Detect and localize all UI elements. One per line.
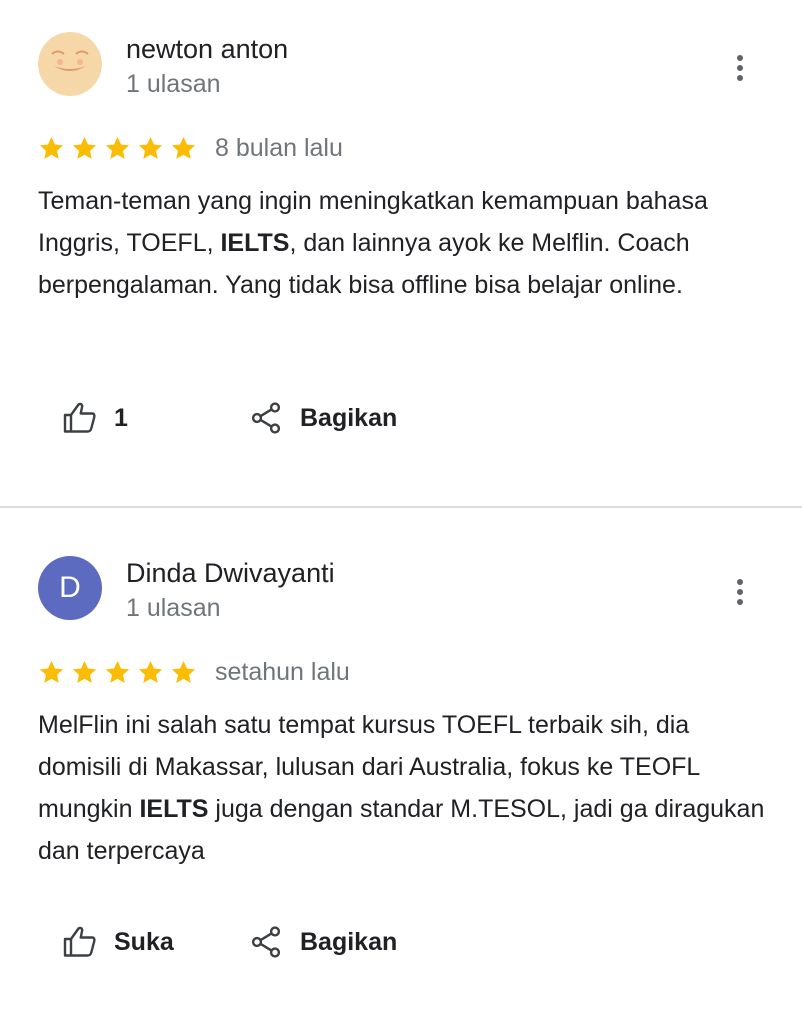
share-label: Bagikan bbox=[300, 403, 398, 432]
more-options-button[interactable] bbox=[724, 48, 756, 88]
more-vert-icon bbox=[737, 55, 743, 81]
review-text: MelFlin ini salah satu tempat kursus TOE… bbox=[38, 711, 765, 865]
avatar-letter: D bbox=[59, 571, 81, 604]
reviewer-review-count[interactable]: 1 ulasan bbox=[126, 70, 221, 99]
thumb-up-icon bbox=[63, 926, 96, 957]
share-label: Bagikan bbox=[300, 927, 398, 956]
more-options-button[interactable] bbox=[724, 572, 756, 612]
star-rating bbox=[38, 659, 197, 686]
share-button[interactable]: Bagikan bbox=[248, 400, 397, 436]
reviewer-name[interactable]: Dinda Dwivayanti bbox=[126, 558, 335, 589]
like-button[interactable]: 1 bbox=[62, 400, 128, 436]
more-vert-icon bbox=[737, 579, 743, 605]
review-card: newton anton 1 ulasan 8 bulan lalu Teman… bbox=[0, 0, 802, 508]
like-count: 1 bbox=[114, 403, 128, 432]
star-icon bbox=[39, 137, 64, 159]
avatar[interactable]: D bbox=[38, 556, 102, 620]
review-date: setahun lalu bbox=[215, 658, 350, 686]
reviewer-name[interactable]: newton anton bbox=[126, 34, 288, 65]
star-icon bbox=[39, 661, 64, 683]
share-button[interactable]: Bagikan bbox=[248, 924, 397, 960]
star-icon bbox=[171, 661, 196, 683]
review-text: Teman-teman yang ingin meningkatkan kema… bbox=[38, 187, 708, 299]
star-icon bbox=[171, 137, 196, 159]
avatar-emoji[interactable] bbox=[38, 32, 102, 96]
rating-row: setahun lalu bbox=[38, 658, 350, 687]
star-icon bbox=[138, 661, 163, 683]
star-icon bbox=[72, 137, 97, 159]
star-icon bbox=[72, 661, 97, 683]
thumb-up-icon bbox=[63, 402, 96, 433]
share-icon bbox=[251, 402, 281, 434]
review-card: D Dinda Dwivayanti 1 ulasan setahun lalu… bbox=[0, 507, 802, 1024]
star-icon bbox=[105, 661, 130, 683]
review-date: 8 bulan lalu bbox=[215, 134, 343, 162]
star-rating bbox=[38, 135, 197, 162]
laughing-face-icon bbox=[38, 32, 102, 96]
rating-row: 8 bulan lalu bbox=[38, 134, 343, 163]
star-icon bbox=[138, 137, 163, 159]
reviewer-review-count[interactable]: 1 ulasan bbox=[126, 594, 221, 623]
star-icon bbox=[105, 137, 130, 159]
like-label: Suka bbox=[114, 927, 174, 956]
like-button[interactable]: Suka bbox=[62, 924, 174, 960]
share-icon bbox=[251, 926, 281, 958]
